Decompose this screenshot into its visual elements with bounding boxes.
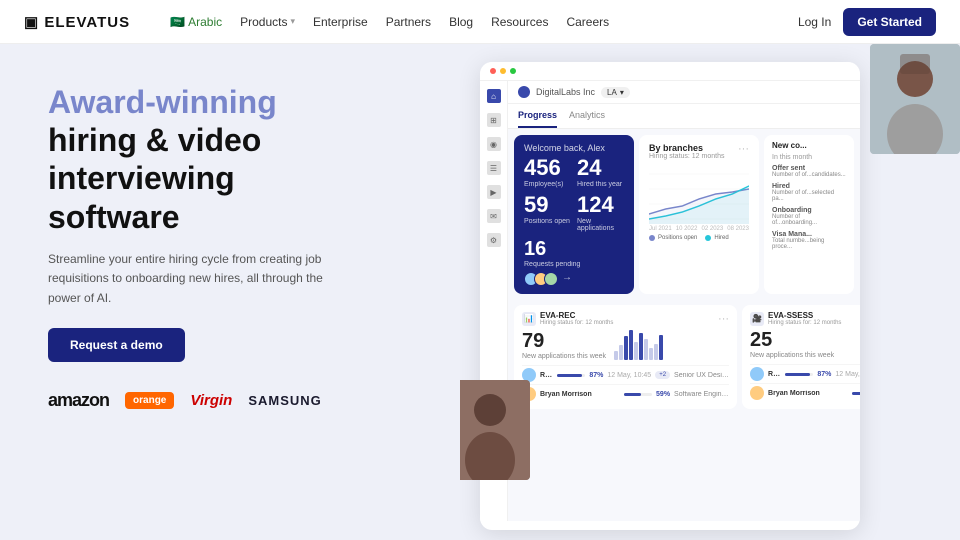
more-options-icon[interactable]: ··· — [738, 143, 749, 155]
dashboard-topbar: DigitalLabs Inc LA ▾ — [508, 81, 860, 104]
dashboard-card: ⌂ ⊞ ◉ ☰ ▶ ✉ ⚙ DigitalLabs Inc LA — [480, 62, 860, 530]
eva-rec-card: 📊 EVA-REC Hiring status for: 12 months ·… — [514, 305, 737, 409]
request-demo-button[interactable]: Request a demo — [48, 328, 185, 362]
brand-logos: amazon orange Virgin SAMSUNG — [48, 390, 436, 411]
avatar-3 — [544, 272, 558, 286]
logo: ▣ ELEVATUS — [24, 13, 130, 31]
branches-card: By branches Hiring status: 12 months ··· — [639, 135, 759, 294]
sidebar-icon-home[interactable]: ⌂ — [487, 89, 501, 103]
eva-ssess-icon: 🎥 — [750, 312, 764, 326]
eva-row: 📊 EVA-REC Hiring status for: 12 months ·… — [508, 305, 860, 415]
eva-rec-more-icon[interactable]: ··· — [718, 313, 729, 325]
orange-logo: orange — [125, 392, 174, 409]
nav-blog[interactable]: Blog — [449, 15, 473, 29]
flag-icon: 🇸🇦 — [170, 15, 185, 29]
sidebar-icon-chat[interactable]: ☰ — [487, 161, 501, 175]
candidate-avatar — [750, 386, 764, 400]
sidebar-icon-grid[interactable]: ⊞ — [487, 113, 501, 127]
virgin-logo: Virgin — [190, 392, 232, 409]
nav-resources[interactable]: Resources — [491, 15, 548, 29]
login-link[interactable]: Log In — [798, 15, 831, 29]
eva-rec-candidates: Rick Burton 87% 12 May, 10:45 +2 Senior … — [522, 365, 729, 403]
eva-rec-chart — [614, 330, 663, 360]
tab-progress[interactable]: Progress — [518, 104, 557, 128]
navbar: ▣ ELEVATUS 🇸🇦 Arabic Products ▾ Enterpri… — [0, 0, 960, 44]
chart-x-labels: Jul 2021 10 2022 02 2023 08 2023 — [649, 226, 749, 232]
chevron-down-icon: ▾ — [290, 16, 295, 27]
tab-analytics[interactable]: Analytics — [569, 104, 605, 128]
nav-arabic[interactable]: 🇸🇦 Arabic — [170, 15, 222, 29]
hero-section: Award-winning hiring & video interviewin… — [0, 44, 460, 540]
arrow-icon: → — [562, 272, 572, 286]
hero-title: Award-winning hiring & video interviewin… — [48, 84, 436, 236]
close-dot — [490, 68, 496, 74]
samsung-logo: SAMSUNG — [248, 393, 321, 408]
window-header — [480, 62, 860, 81]
chevron-icon: ▾ — [620, 88, 624, 97]
sidebar-icon-settings[interactable]: ⚙ — [487, 233, 501, 247]
candidate-row: Bryan Morrison 59% — [750, 383, 860, 402]
sidebar-icon-chart[interactable]: ◉ — [487, 137, 501, 151]
stats-grid: Welcome back, Alex 456 Employee(s) 24 Hi… — [508, 129, 860, 305]
eva-rec-icon: 📊 — [522, 312, 536, 326]
candidate-row: Bryan Morrison 59% Software Enginee... — [522, 384, 729, 403]
candidate-row: Rick Burton 87% 12 May, 10:45 +2 — [750, 364, 860, 383]
amazon-logo: amazon — [48, 390, 109, 411]
nav-enterprise[interactable]: Enterprise — [313, 15, 368, 29]
sidebar-icon-video[interactable]: ▶ — [487, 185, 501, 199]
hero-subtitle: Streamline your entire hiring cycle from… — [48, 250, 348, 308]
dashboard-tabs: Progress Analytics — [508, 104, 860, 129]
company-logo-mini — [518, 86, 530, 98]
nav-products[interactable]: Products ▾ — [240, 15, 295, 29]
person-photo-bottom — [460, 380, 530, 480]
branches-chart — [649, 164, 749, 224]
nav-partners[interactable]: Partners — [386, 15, 431, 29]
get-started-button[interactable]: Get Started — [843, 8, 936, 36]
welcome-card: Welcome back, Alex 456 Employee(s) 24 Hi… — [514, 135, 634, 294]
maximize-dot — [510, 68, 516, 74]
nav-careers[interactable]: Careers — [566, 15, 609, 29]
eva-ssess-candidates: Rick Burton 87% 12 May, 10:45 +2 Bryan M… — [750, 364, 860, 402]
company-name: DigitalLabs Inc — [536, 87, 595, 97]
sidebar-icon-msg[interactable]: ✉ — [487, 209, 501, 223]
candidate-avatar — [750, 367, 764, 381]
dashboard-preview: ⌂ ⊞ ◉ ☰ ▶ ✉ ⚙ DigitalLabs Inc LA — [460, 44, 960, 540]
new-column-card: New co... In this month Offer sent Numbe… — [764, 135, 854, 294]
dashboard-main: DigitalLabs Inc LA ▾ Progress Analytics — [508, 81, 860, 521]
eva-ssess-card: 🎥 EVA-SSESS Hiring status for: 12 months… — [742, 305, 860, 409]
candidate-row: Rick Burton 87% 12 May, 10:45 +2 Senior … — [522, 365, 729, 384]
location-tag[interactable]: LA ▾ — [601, 87, 630, 98]
chart-legend: Positions open Hired — [649, 235, 749, 241]
person-photo-top — [870, 44, 960, 154]
minimize-dot — [500, 68, 506, 74]
